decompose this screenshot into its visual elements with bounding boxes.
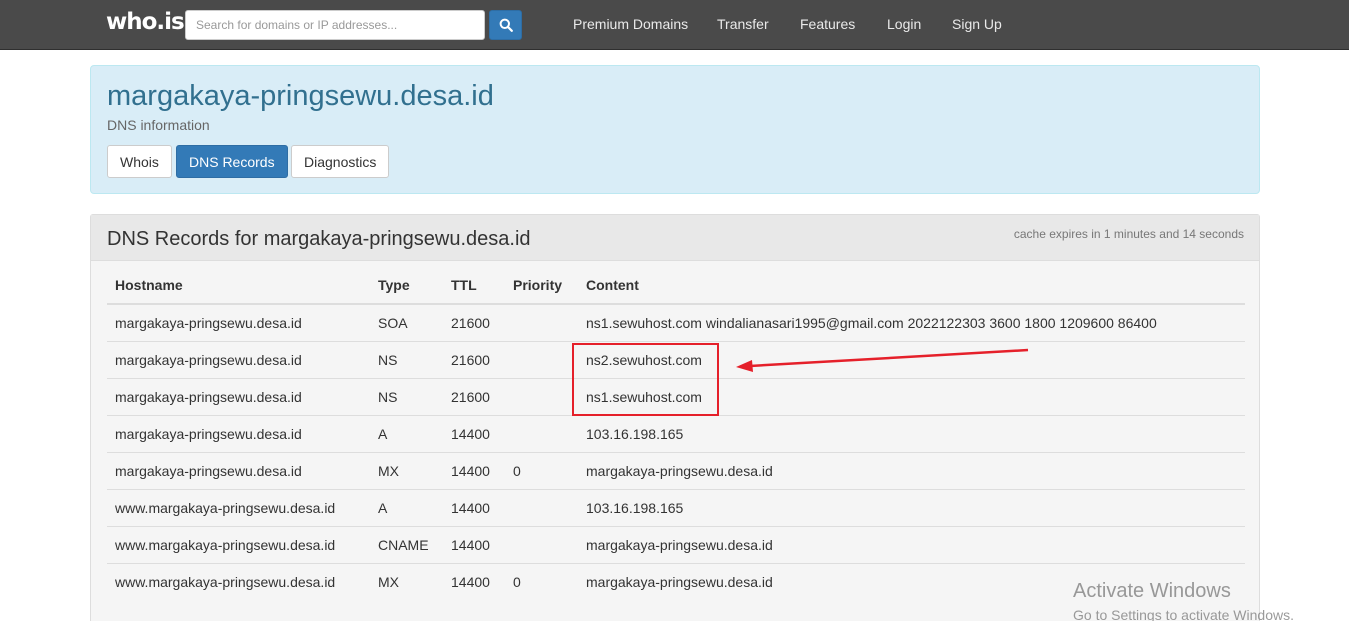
annotation-arrow-icon (736, 348, 1029, 372)
watermark-title: Activate Windows (1073, 580, 1231, 602)
watermark-subtitle: Go to Settings to activate Windows. (1073, 607, 1294, 621)
activate-windows-watermark: Activate Windows Go to Settings to activ… (1073, 580, 1294, 621)
